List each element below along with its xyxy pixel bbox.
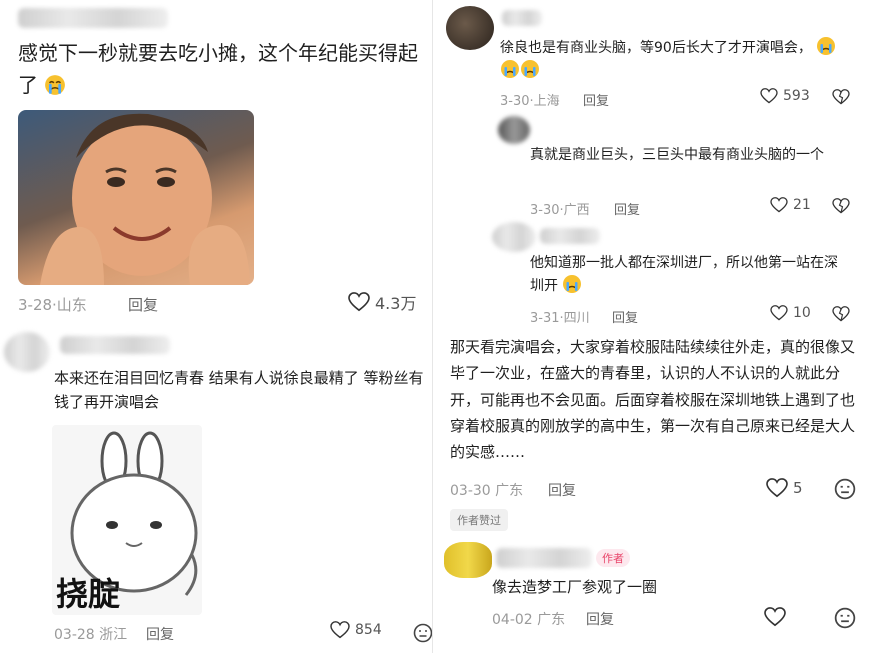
neutral-face-icon[interactable]: [834, 478, 856, 500]
like-button[interactable]: 5: [766, 478, 803, 498]
heart-icon: [770, 305, 788, 321]
crying-emoji-icon: [501, 60, 519, 79]
blurred-username: [502, 10, 542, 26]
like-button[interactable]: 4.3万: [348, 290, 416, 314]
left-comment-panel: 感觉下一秒就要去吃小摊，这个年纪能买得起了 3-28·山东 回复 4.3万 本来…: [0, 0, 433, 653]
reply-text: 真就是商业巨头，三巨头中最有商业头脑的一个: [530, 147, 824, 163]
blurred-username: [18, 8, 168, 28]
like-count: 21: [793, 197, 811, 213]
user-avatar[interactable]: [446, 6, 494, 50]
reply-button[interactable]: 回复: [548, 480, 576, 500]
reply-button[interactable]: 回复: [614, 199, 640, 218]
like-button[interactable]: 10: [770, 305, 811, 321]
heart-icon: [770, 197, 788, 213]
like-count: 4.3万: [375, 294, 417, 313]
author-liked-badge: 作者赞过: [450, 509, 508, 531]
blurred-username: [496, 548, 592, 568]
reply-meta: 3-30·上海: [500, 94, 560, 109]
reply-text-content: 徐良也是有商业头脑，等90后长大了才开演唱会，: [500, 40, 812, 56]
reply-button[interactable]: 回复: [583, 90, 609, 109]
right-comment-panel: 徐良也是有商业头脑，等90后长大了才开演唱会， 3-30·上海 回复 593 真…: [436, 0, 869, 653]
sticker-caption: 挠腚: [56, 575, 121, 613]
like-count: 854: [355, 622, 382, 638]
like-count: 10: [793, 305, 811, 321]
smiling-man-illustration: [40, 113, 250, 285]
comment-text: 本来还在泪目回忆青春 结果有人说徐良最精了 等粉丝有钱了再开演唱会: [54, 369, 424, 411]
reply-meta: 3-30·广西: [530, 203, 590, 218]
like-count: 593: [783, 88, 810, 104]
heart-icon: [766, 478, 788, 498]
heart-icon[interactable]: [764, 607, 786, 627]
neutral-face-icon[interactable]: [834, 607, 856, 629]
comment-text-content: 感觉下一秒就要去吃小摊，这个年纪能买得起了: [18, 41, 418, 97]
comment-meta: 3-28·山东: [18, 296, 87, 314]
blurred-avatar: [4, 332, 50, 372]
author-badge: 作者: [596, 549, 630, 567]
comment-meta: 03-30 广东: [450, 483, 524, 499]
comment-text: 感觉下一秒就要去吃小摊，这个年纪能买得起了: [18, 38, 428, 101]
neutral-face-icon[interactable]: [413, 623, 433, 643]
comment-photo[interactable]: [18, 110, 254, 285]
like-count: 5: [793, 479, 803, 497]
dislike-heart-icon[interactable]: [832, 198, 850, 214]
reply-button[interactable]: 回复: [128, 294, 158, 315]
user-avatar[interactable]: [444, 542, 492, 578]
reply-button[interactable]: 回复: [586, 609, 614, 629]
reply-button[interactable]: 回复: [612, 307, 638, 326]
blurred-avatar: [492, 222, 536, 252]
crying-emoji-icon: [817, 37, 836, 55]
reply-button[interactable]: 回复: [146, 624, 174, 644]
dislike-heart-icon[interactable]: [832, 89, 850, 105]
like-button[interactable]: 593: [760, 88, 810, 104]
comment-text: 那天看完演唱会，大家穿着校服陆陆续续往外走，真的很像又毕了一次业，在盛大的青春里…: [450, 338, 856, 461]
reply-text: 徐良也是有商业头脑，等90后长大了才开演唱会，: [500, 36, 840, 82]
like-button[interactable]: 854: [330, 621, 382, 639]
blurred-username: [60, 336, 170, 354]
heart-icon: [330, 621, 350, 639]
reply-meta: 3-31·四川: [530, 311, 590, 326]
heart-icon: [348, 292, 370, 312]
comment-text: 像去造梦工厂参观了一圈: [492, 578, 658, 596]
comment-meta: 03-28 浙江: [54, 627, 128, 643]
like-button[interactable]: 21: [770, 197, 811, 213]
dislike-heart-icon[interactable]: [832, 306, 850, 322]
reply-text: 他知道那一批人都在深圳进厂，所以他第一站在深圳开: [530, 252, 850, 297]
sticker-image[interactable]: 挠腚: [52, 425, 202, 615]
crying-emoji-icon: [521, 60, 539, 79]
blurred-username: [540, 228, 600, 244]
blurred-avatar: [498, 116, 530, 144]
crying-emoji-icon: [563, 275, 582, 294]
comment-meta: 04-02 广东: [492, 612, 566, 628]
heart-icon: [760, 88, 778, 104]
crying-emoji-icon: [45, 74, 66, 95]
